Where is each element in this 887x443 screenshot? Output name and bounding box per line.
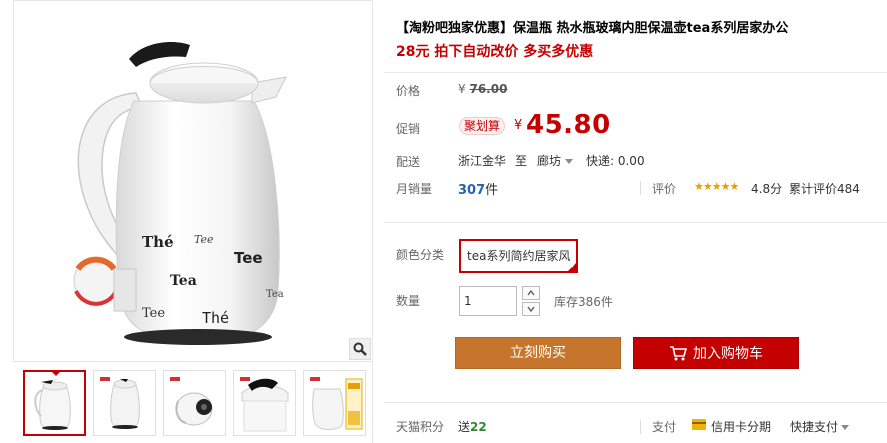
original-price: ¥ 76.00 <box>458 82 507 96</box>
thumbnail-image <box>310 377 363 430</box>
thumbnail-strip <box>23 370 373 436</box>
thumbnail-image <box>100 377 140 429</box>
divider-top <box>384 72 887 73</box>
thumbnail-image <box>170 377 213 426</box>
thermos-illustration: Thé Tee Tea Tee Thé Tee Tea <box>73 41 287 345</box>
cart-icon <box>670 346 687 361</box>
thumbnail-image <box>34 380 71 430</box>
sales-count-value: 307 <box>458 183 486 198</box>
credit-card-icon <box>692 419 706 430</box>
promo-currency: ¥ <box>514 118 523 133</box>
quick-pay-label: 快捷支付 <box>790 420 839 434</box>
add-to-cart-button[interactable]: 加入购物车 <box>633 337 799 369</box>
divider-bottom <box>384 402 887 403</box>
label-the-1: Thé <box>142 233 174 251</box>
installment-option[interactable]: 信用卡分期 <box>711 418 771 435</box>
selected-check-icon <box>567 262 578 272</box>
label-tee-3: Tee <box>142 306 165 321</box>
shipping-label: 配送 <box>396 155 421 169</box>
points-value: 22 <box>470 420 487 434</box>
monthly-sales-label: 月销量 <box>396 182 433 196</box>
currency-symbol: ¥ <box>458 82 466 96</box>
ship-from: 浙江金华 <box>458 154 507 168</box>
rating-score: 4.8分 <box>751 182 783 196</box>
label-tee-2: Tee <box>234 249 263 267</box>
divider-mid <box>384 222 887 223</box>
zoom-button[interactable] <box>349 338 371 360</box>
thumbnail-4[interactable] <box>233 370 296 436</box>
main-product-image[interactable]: Thé Tee Tea Tee Thé Tee Tea <box>13 0 373 362</box>
quantity-decrease-button[interactable] <box>522 302 540 316</box>
review-count-link[interactable]: 累计评价484 <box>789 180 860 197</box>
thumbnail-image <box>240 377 289 432</box>
chevron-down-icon <box>841 425 850 430</box>
express-fee: 快递: 0.00 <box>586 154 645 168</box>
add-to-cart-label: 加入购物车 <box>693 346 763 362</box>
label-tea-2: Tea <box>266 289 284 300</box>
sales-unit: 件 <box>485 183 499 198</box>
color-option-text: tea系列简约居家风 <box>467 249 571 263</box>
thumbnail-3[interactable] <box>163 370 226 436</box>
quantity-label: 数量 <box>396 294 421 308</box>
thumbnail-2[interactable] <box>93 370 156 436</box>
thumbnail-5[interactable] <box>303 370 366 436</box>
footer-separator <box>640 420 641 434</box>
chevron-up-icon <box>527 290 535 296</box>
points-prefix: 送 <box>458 420 471 434</box>
tmall-points: 送22 <box>458 418 487 435</box>
chevron-down-icon <box>565 159 574 164</box>
buy-now-button[interactable]: 立刻购买 <box>455 337 621 369</box>
thumbnail-1[interactable] <box>23 370 86 436</box>
promo-price-value: 45.80 <box>526 110 611 140</box>
sales-rating-separator <box>640 181 641 195</box>
label-tee-1: Tee <box>194 233 214 246</box>
payment-label: 支付 <box>652 420 677 434</box>
product-info: 【淘粉吧独家优惠】保温瓶 热水瓶玻璃内胆保温壶tea系列居家办公 28元 拍下自… <box>384 0 887 443</box>
color-label: 颜色分类 <box>396 248 445 262</box>
magnifier-icon <box>353 342 367 356</box>
promo-label: 促销 <box>396 122 421 136</box>
original-price-value: 76.00 <box>469 82 508 96</box>
label-tea-1: Tea <box>170 273 197 289</box>
chevron-down-icon <box>527 306 535 312</box>
product-subtitle: 28元 拍下自动改价 多买多优惠 <box>396 44 594 60</box>
color-option-selected[interactable]: tea系列简约居家风 <box>459 239 579 273</box>
destination-select[interactable]: 廊坊 <box>537 152 574 169</box>
quick-pay-option[interactable]: 快捷支付 <box>790 418 850 435</box>
product-title: 【淘粉吧独家优惠】保温瓶 热水瓶玻璃内胆保温壶tea系列居家办公 <box>396 21 789 36</box>
monthly-sales: 307件 <box>458 179 498 198</box>
product-gallery: Thé Tee Tea Tee Thé Tee Tea <box>13 0 373 443</box>
juhuasuan-tag[interactable]: 聚划算 <box>459 117 506 135</box>
quantity-input[interactable]: 1 <box>459 286 517 316</box>
stock-count: 库存386件 <box>554 295 613 309</box>
rating-label: 评价 <box>652 182 677 196</box>
label-the-2: Thé <box>202 309 229 327</box>
price-label: 价格 <box>396 84 421 98</box>
destination-value: 廊坊 <box>537 154 562 168</box>
ship-to-word: 至 <box>515 154 528 168</box>
rating-stars: ★★★★★ <box>694 180 739 193</box>
quantity-increase-button[interactable] <box>522 286 540 300</box>
tmall-points-label: 天猫积分 <box>396 420 445 434</box>
gallery-divider <box>372 0 373 443</box>
